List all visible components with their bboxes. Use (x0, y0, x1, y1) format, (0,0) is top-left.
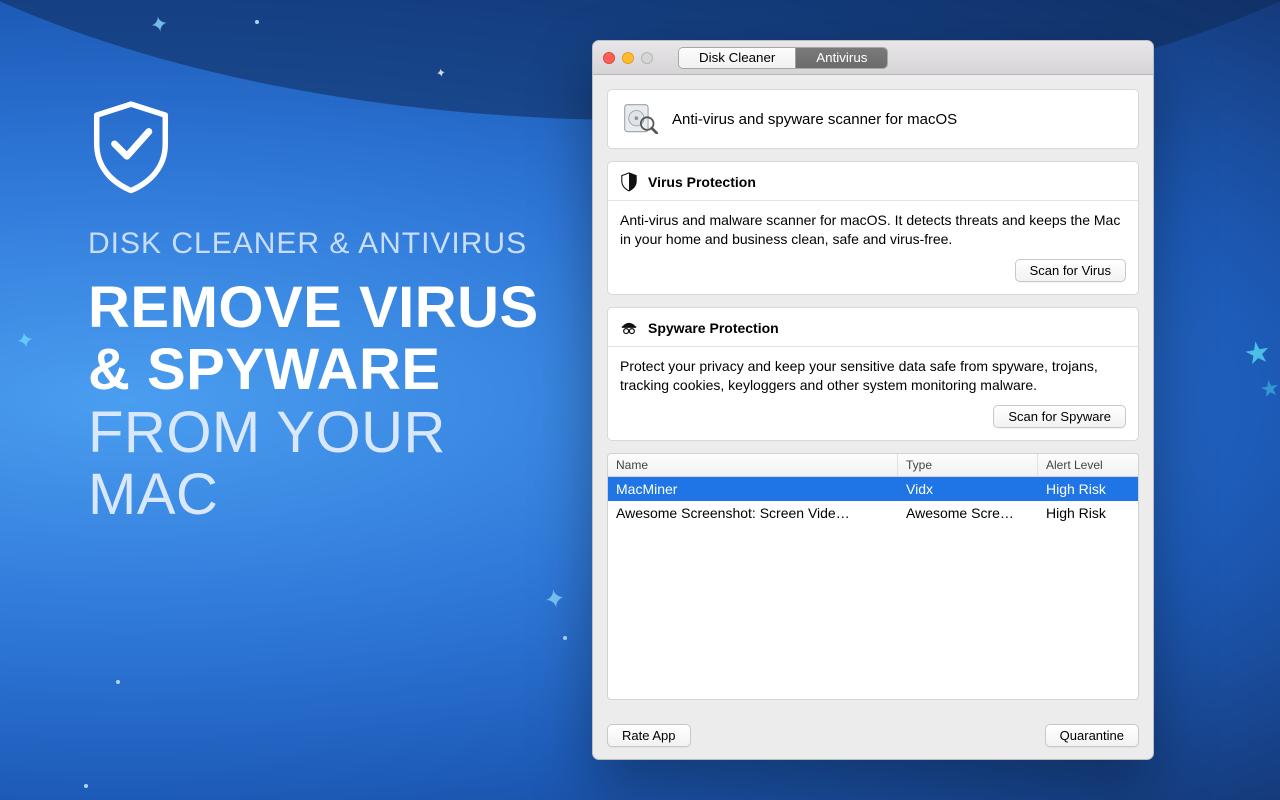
intro-card: Anti-virus and spyware scanner for macOS (607, 89, 1139, 149)
virus-panel: Virus Protection Anti-virus and malware … (607, 161, 1139, 295)
window-content: Anti-virus and spyware scanner for macOS… (593, 75, 1153, 714)
cell-name: Awesome Screenshot: Screen Vide… (608, 501, 898, 525)
table-body: MacMiner Vidx High Risk Awesome Screensh… (608, 477, 1138, 699)
tab-antivirus[interactable]: Antivirus (795, 48, 887, 68)
dot-icon (84, 784, 88, 788)
promo-subtitle: DISK CLEANER & ANTIVIRUS (88, 225, 558, 263)
table-row[interactable]: Awesome Screenshot: Screen Vide… Awesome… (608, 501, 1138, 525)
cell-alert: High Risk (1038, 477, 1138, 501)
shield-icon (620, 172, 638, 192)
star-icon: ✦ (14, 327, 37, 356)
app-window: Disk Cleaner Antivirus Anti-virus and sp… (592, 40, 1154, 760)
table-row[interactable]: MacMiner Vidx High Risk (608, 477, 1138, 501)
cell-alert: High Risk (1038, 501, 1138, 525)
star-icon: ★ (1258, 374, 1280, 403)
star-icon: ✦ (541, 582, 568, 616)
tab-segmented-control: Disk Cleaner Antivirus (678, 47, 888, 69)
promo-headline-light: FROM YOUR MAC (88, 400, 446, 528)
promo-block: DISK CLEANER & ANTIVIRUS REMOVE VIRUS & … (88, 100, 558, 527)
cell-name: MacMiner (608, 477, 898, 501)
window-footer: Rate App Quarantine (593, 714, 1153, 759)
disk-scan-icon (622, 102, 658, 136)
cell-type: Awesome Scre… (898, 501, 1038, 525)
results-table: Name Type Alert Level MacMiner Vidx High… (607, 453, 1139, 700)
shield-check-icon (88, 100, 174, 196)
table-header: Name Type Alert Level (608, 454, 1138, 477)
spyware-title: Spyware Protection (648, 320, 779, 336)
intro-text: Anti-virus and spyware scanner for macOS (672, 111, 957, 128)
promo-headline: REMOVE VIRUS & SPYWARE FROM YOUR MAC (88, 277, 558, 528)
quarantine-button[interactable]: Quarantine (1045, 724, 1139, 747)
spyware-desc: Protect your privacy and keep your sensi… (620, 357, 1126, 395)
cell-type: Vidx (898, 477, 1038, 501)
star-icon: ★ (1241, 334, 1274, 373)
tab-disk-cleaner[interactable]: Disk Cleaner (679, 48, 795, 68)
col-name[interactable]: Name (608, 454, 898, 476)
close-icon[interactable] (603, 52, 615, 64)
spy-icon (620, 318, 638, 338)
spyware-panel: Spyware Protection Protect your privacy … (607, 307, 1139, 441)
rate-app-button[interactable]: Rate App (607, 724, 691, 747)
virus-desc: Anti-virus and malware scanner for macOS… (620, 211, 1126, 249)
zoom-icon (641, 52, 653, 64)
window-titlebar[interactable]: Disk Cleaner Antivirus (593, 41, 1153, 75)
scan-virus-button[interactable]: Scan for Virus (1015, 259, 1126, 282)
dot-icon (116, 680, 120, 684)
scan-spyware-button[interactable]: Scan for Spyware (993, 405, 1126, 428)
minimize-icon[interactable] (622, 52, 634, 64)
col-alert[interactable]: Alert Level (1038, 454, 1138, 476)
virus-title: Virus Protection (648, 174, 756, 190)
star-icon: ✦ (435, 65, 447, 81)
dot-icon (563, 636, 567, 640)
col-type[interactable]: Type (898, 454, 1038, 476)
promo-headline-bold: REMOVE VIRUS & SPYWARE (88, 275, 539, 403)
dot-icon (255, 20, 259, 24)
